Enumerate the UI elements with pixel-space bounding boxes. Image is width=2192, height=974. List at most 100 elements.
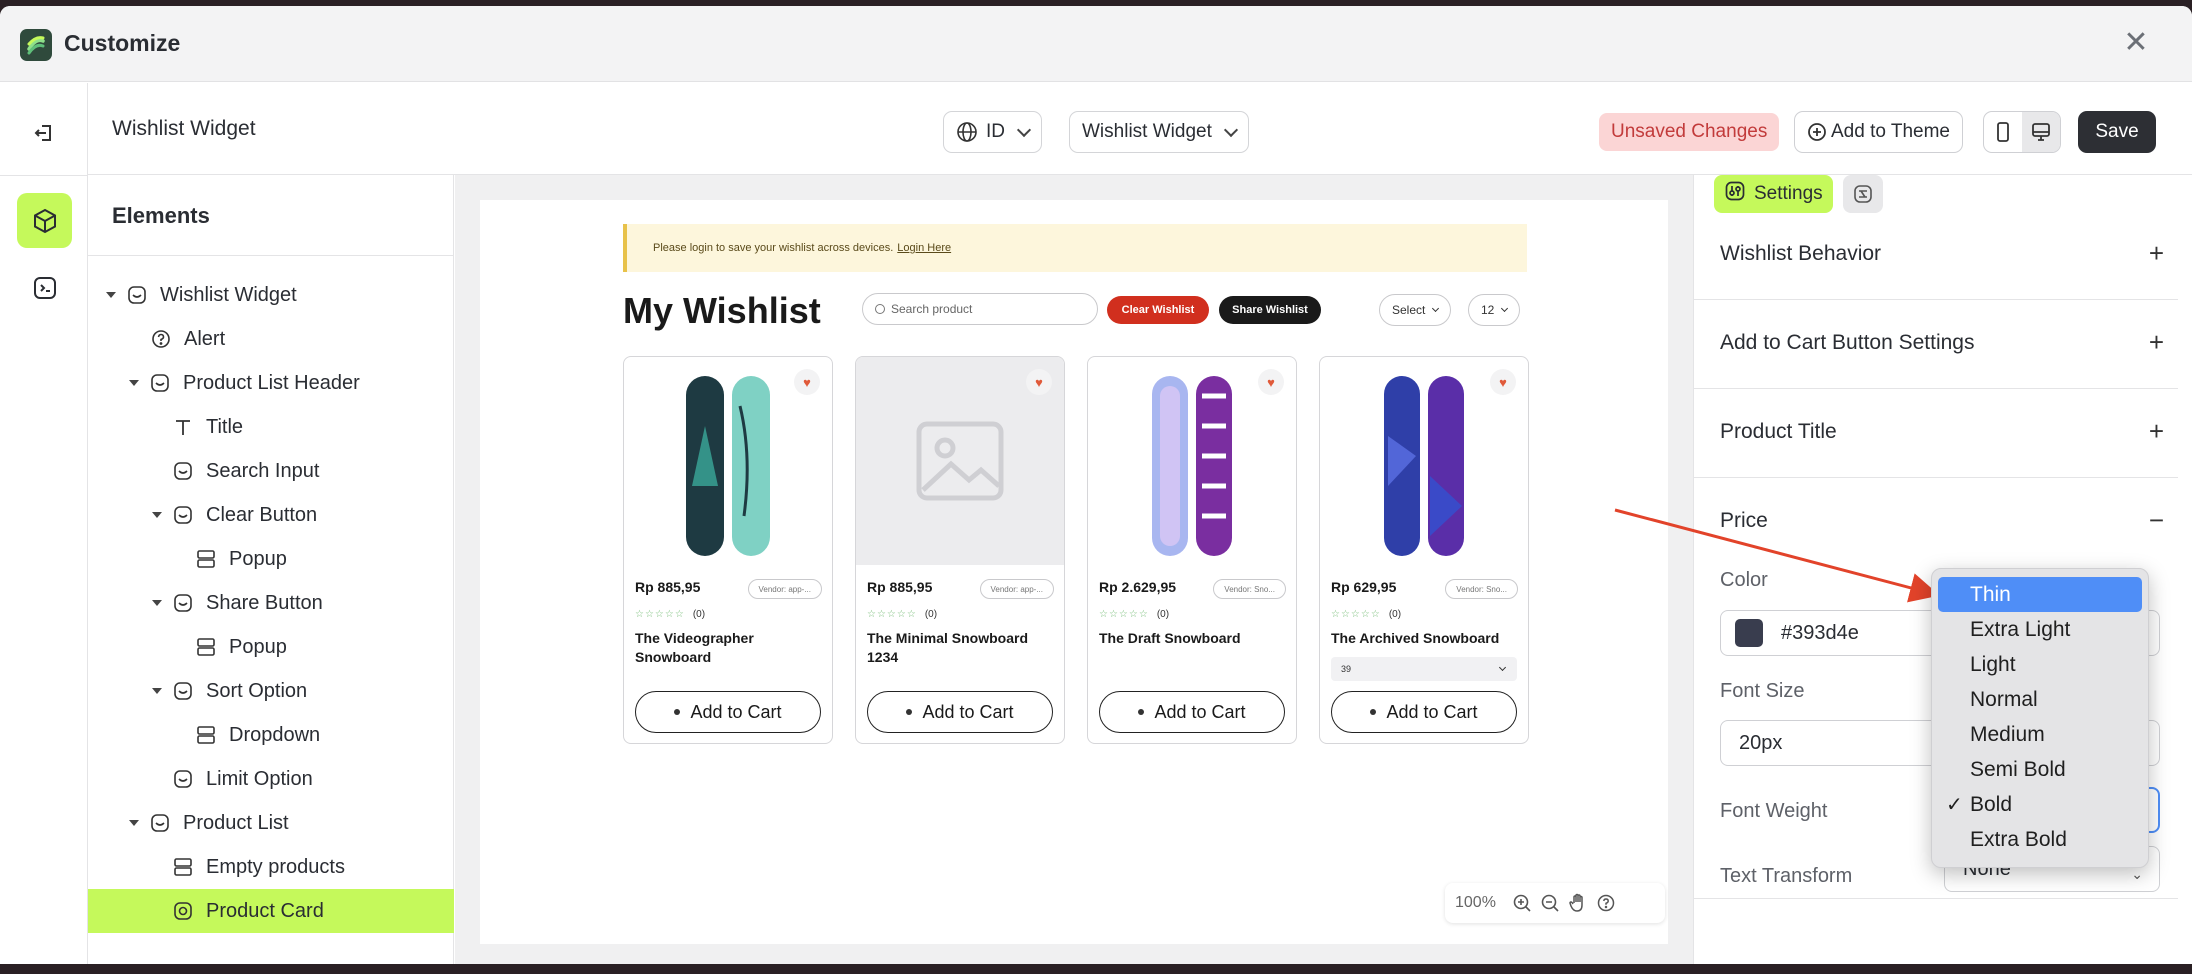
minus-icon[interactable]: − [2149,505,2164,536]
sort-value: Select [1392,303,1426,317]
left-rail [0,83,88,964]
login-link[interactable]: Login Here [897,242,951,254]
tree-node-sort-option[interactable]: Sort Option [88,669,454,713]
save-button[interactable]: Save [2078,111,2156,153]
zoom-out-icon[interactable] [1536,889,1564,917]
share-wishlist-button[interactable]: Share Wishlist [1219,296,1321,324]
product-price: Rp 629,95 [1331,579,1397,595]
add-to-theme-button[interactable]: Add to Theme [1794,111,1964,153]
alert-text: Please login to save your wishlist acros… [653,242,894,254]
add-to-cart-button[interactable]: Add to Cart [867,691,1053,733]
font-weight-option[interactable]: Thin [1938,577,2142,612]
tree-node-limit-option[interactable]: Limit Option [88,757,454,801]
desktop-view-icon[interactable] [2022,112,2060,152]
heart-icon[interactable]: ♥ [1490,369,1516,395]
font-weight-option[interactable]: Medium [1938,717,2142,752]
widget-icon [172,592,194,614]
elements-cube-icon[interactable] [17,193,72,248]
widget-icon [172,460,194,482]
tree-node-share-button[interactable]: Share Button [88,581,454,625]
layout-rows-icon [195,548,217,570]
tab-settings[interactable]: Settings [1714,175,1833,213]
clear-wishlist-button[interactable]: Clear Wishlist [1107,296,1209,324]
close-icon[interactable]: ✕ [2120,28,2152,60]
widget-icon [149,812,171,834]
option-label: Thin [1970,582,2011,606]
tree-node-search-input[interactable]: Search Input [88,449,454,493]
limit-select[interactable]: 12 [1468,294,1521,326]
app-logo-icon [20,29,52,61]
add-to-cart-button[interactable]: Add to Cart [1099,691,1285,733]
tab-settings-label: Settings [1754,183,1823,204]
color-swatch[interactable] [1735,619,1763,647]
font-size-label: Font Size [1720,680,1805,702]
help-icon[interactable] [1592,889,1620,917]
text-transform-label: Text Transform [1720,865,1853,887]
variant-select[interactable]: 39 [1331,657,1517,681]
login-alert: Please login to save your wishlist acros… [623,224,1527,272]
tree-node-dropdown[interactable]: Dropdown [88,713,454,757]
font-weight-option[interactable]: Semi Bold [1938,752,2142,787]
tree-node-popup[interactable]: Popup [88,537,454,581]
caret-down-icon [129,820,139,826]
tree-node-popup[interactable]: Popup [88,625,454,669]
section-add-to-cart-settings[interactable]: Add to Cart Button Settings + [1694,301,2178,389]
cart-dot-icon [1370,709,1377,715]
caret-down-icon [152,688,162,694]
add-to-cart-button[interactable]: Add to Cart [1331,691,1517,733]
mobile-view-icon[interactable] [1984,112,2022,152]
section-label[interactable]: Price [1720,509,1768,533]
product-card[interactable]: ♥ Rp 2.629,95 Vendor: Sno... ☆☆☆☆☆ (0) Th… [1087,356,1297,744]
tree-node-product-card[interactable]: Product Card [88,889,454,933]
product-card[interactable]: ♥ Rp 629,95 Vendor: Sno... ☆☆☆☆☆ (0) The … [1319,356,1529,744]
heart-icon[interactable]: ♥ [794,369,820,395]
template-select[interactable]: Wishlist Widget [1069,111,1249,153]
preview-canvas: Please login to save your wishlist acros… [455,175,1693,964]
font-weight-option[interactable]: Light [1938,647,2142,682]
template-value: Wishlist Widget [1082,121,1212,142]
section-product-title[interactable]: Product Title + [1694,390,2178,478]
product-name[interactable]: The Archived Snowboard [1331,629,1521,648]
tree-node-product-list[interactable]: Product List [88,801,454,845]
zoom-in-icon[interactable] [1508,889,1536,917]
option-label: Light [1970,652,2016,676]
heart-icon[interactable]: ♥ [1258,369,1284,395]
vendor-badge: Vendor: Sno... [1213,579,1286,599]
globe-icon [957,122,977,142]
language-select[interactable]: ID [943,111,1042,153]
product-name[interactable]: The Minimal Snowboard 1234 [867,629,1057,667]
product-price: Rp 885,95 [635,579,701,595]
vendor-badge: Vendor: app-... [979,579,1054,599]
product-price: Rp 885,95 [867,579,933,595]
search-input[interactable]: Search product [862,293,1098,325]
customize-window: Customize ✕ Wishlist Widget ID Wishlist … [0,6,2192,964]
font-weight-option[interactable]: Extra Bold [1938,822,2142,857]
tree-node-label: Wishlist Widget [160,283,297,306]
heart-icon[interactable]: ♥ [1026,369,1052,395]
layout-rows-icon [172,856,194,878]
font-weight-option[interactable]: Normal [1938,682,2142,717]
vendor-badge: Vendor: app-... [747,579,822,599]
add-to-cart-button[interactable]: Add to Cart [635,691,821,733]
product-card[interactable]: ♥ Rp 885,95 Vendor: app-... ☆☆☆☆☆ (0) The… [623,356,833,744]
sort-select[interactable]: Select [1379,294,1452,326]
product-name[interactable]: The Videographer Snowboard [635,629,825,667]
font-weight-option[interactable]: ✓ Bold [1938,787,2142,822]
product-name[interactable]: The Draft Snowboard [1099,629,1289,648]
review-count: (0) [1156,609,1170,620]
tree-node-product-list-header[interactable]: Product List Header [88,361,454,405]
text-type-icon [172,416,194,438]
exit-icon[interactable] [24,113,64,153]
font-weight-option[interactable]: Extra Light [1938,612,2142,647]
review-count: (0) [692,609,706,620]
tree-node-wishlist-widget[interactable]: Wishlist Widget [88,273,454,317]
code-terminal-icon[interactable] [17,260,72,315]
tree-node-empty-products[interactable]: Empty products [88,845,454,889]
section-wishlist-behavior[interactable]: Wishlist Behavior + [1694,212,2178,300]
tree-node-alert[interactable]: Alert [88,317,454,361]
tab-advanced-icon[interactable] [1842,175,1883,213]
product-card[interactable]: ♥ Rp 885,95 Vendor: app-... ☆☆☆☆☆ (0) The… [855,356,1065,744]
tree-node-clear-button[interactable]: Clear Button [88,493,454,537]
tree-node-title[interactable]: Title [88,405,454,449]
hand-pan-icon[interactable] [1564,889,1592,917]
